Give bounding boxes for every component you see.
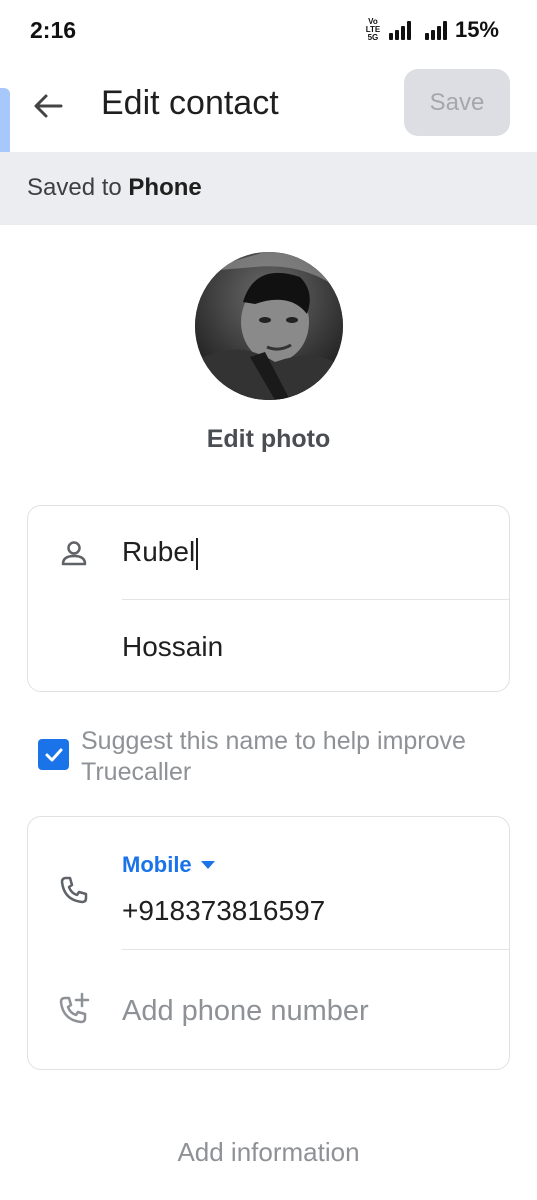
arrow-left-icon — [34, 94, 63, 118]
account-prefix: Saved to — [27, 174, 122, 201]
last-name-field[interactable]: Hossain — [122, 631, 223, 663]
account-banner[interactable]: Saved to Phone — [0, 152, 537, 225]
volte-indicator: Vo LTE 5G — [365, 17, 381, 42]
status-bar: 2:16 Vo LTE 5G 15% — [0, 0, 537, 62]
check-icon — [45, 748, 62, 761]
account-location: Phone — [128, 174, 202, 201]
status-time: 2:16 — [30, 17, 77, 43]
phone-icon — [56, 872, 92, 908]
back-button[interactable] — [26, 84, 70, 128]
edit-photo-button[interactable]: Edit photo — [0, 425, 537, 454]
contact-photo[interactable] — [195, 252, 343, 400]
phone-card: Mobile +918373816597 Add phone number — [27, 816, 510, 1070]
divider — [122, 949, 509, 950]
suggest-name-label: Suggest this name to help improve Trueca… — [81, 727, 466, 786]
add-phone-number-field[interactable]: Add phone number — [122, 995, 369, 1028]
signal-icon — [388, 20, 411, 40]
signal-2-icon — [424, 20, 447, 40]
add-information-button[interactable]: Add information — [0, 1137, 537, 1168]
first-name-field[interactable]: Rubel — [122, 536, 199, 570]
dropdown-arrow-icon — [200, 861, 215, 869]
suggest-name-checkbox[interactable] — [38, 739, 69, 770]
account-text: Saved to Phone — [27, 174, 202, 202]
first-name-value: Rubel — [122, 536, 196, 567]
contact-photo-image — [195, 252, 343, 400]
person-icon — [56, 535, 92, 571]
battery-level: 15% — [454, 17, 499, 42]
divider — [122, 599, 509, 600]
name-card: Rubel Hossain — [27, 505, 510, 692]
status-indicators: Vo LTE 5G 15% — [363, 17, 499, 43]
add-phone-icon[interactable] — [56, 991, 92, 1027]
save-button[interactable]: Save — [404, 69, 510, 136]
top-app-bar: Edit contact Save — [0, 62, 537, 150]
phone-type-value: Mobile — [122, 852, 192, 877]
page-title: Edit contact — [101, 84, 279, 122]
phone-number-field[interactable]: +918373816597 — [122, 895, 325, 927]
text-cursor — [196, 537, 199, 570]
phone-type-select[interactable]: Mobile — [122, 852, 216, 878]
